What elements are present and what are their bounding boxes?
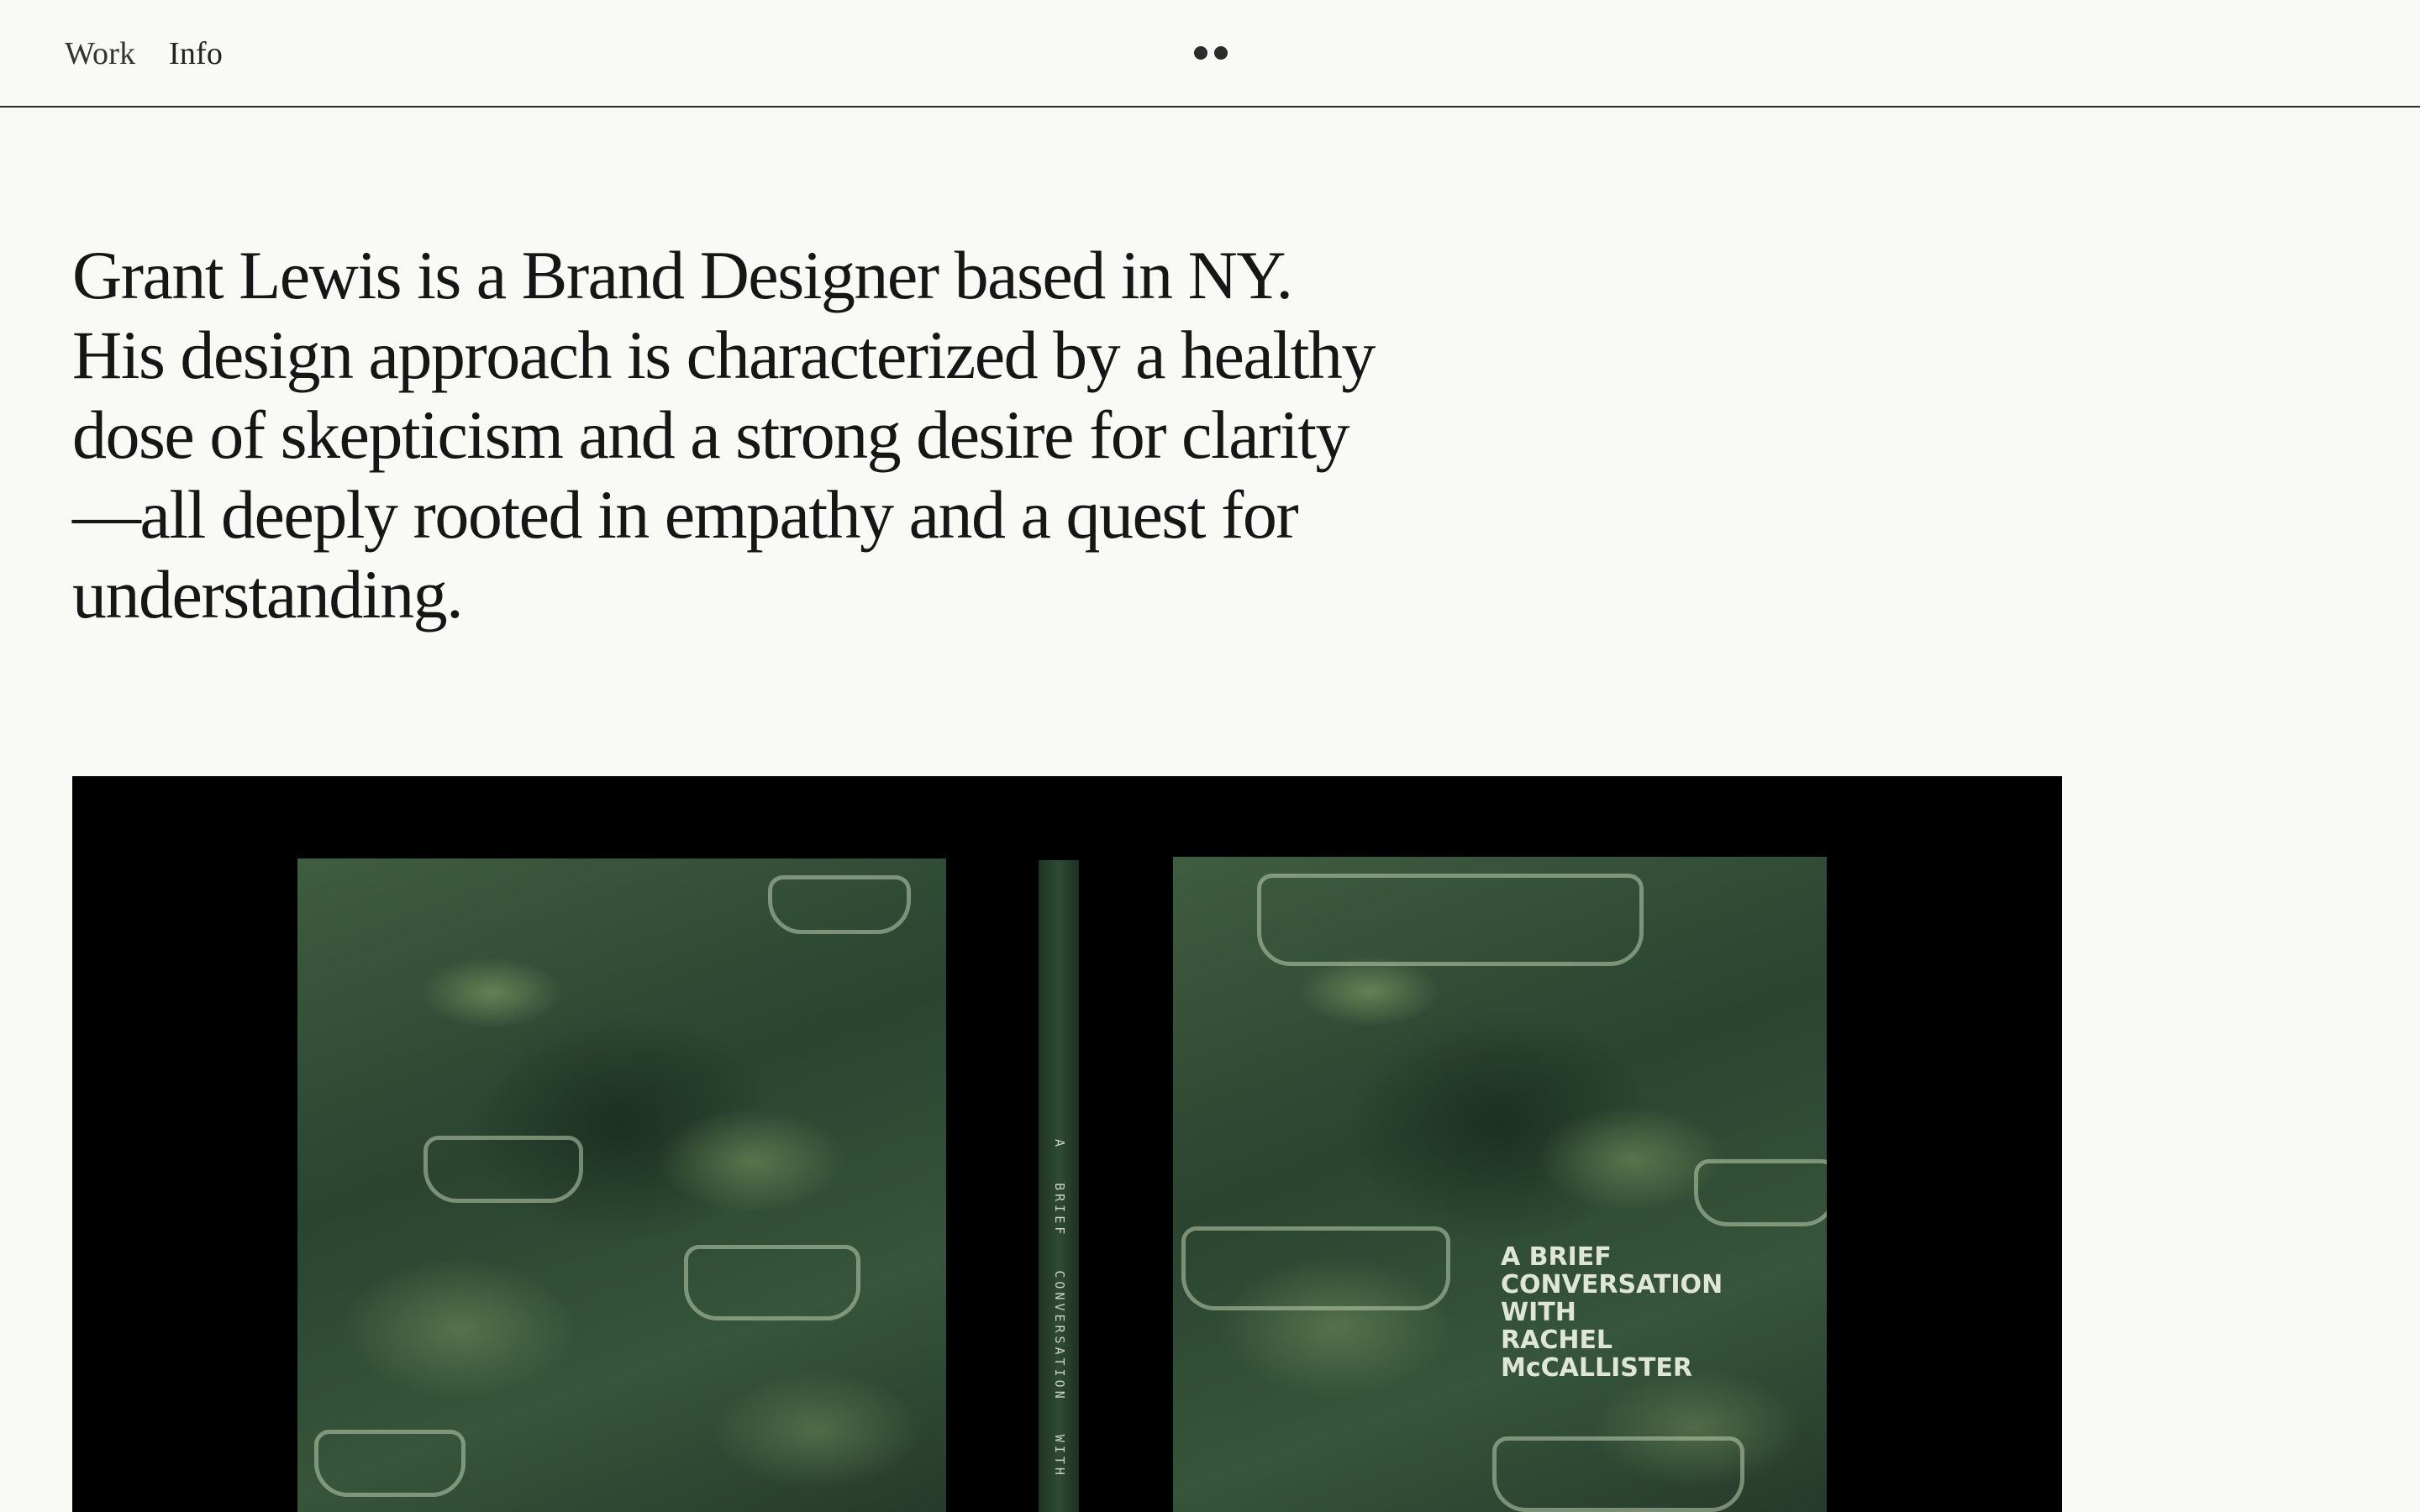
glasses-illustration xyxy=(1492,1436,1744,1512)
top-nav-bar: Work Info xyxy=(0,0,2420,108)
book-back-cover xyxy=(297,858,946,1512)
book-cover-title: A BRIEF CONVERSATION WITH RACHEL McCALLI… xyxy=(1501,1242,1723,1383)
glasses-illustration xyxy=(684,1245,860,1320)
hero-book-image[interactable]: A BRIEF CONVERSATION WITH RACHEL A BRIEF… xyxy=(72,776,2062,1512)
glasses-illustration xyxy=(768,875,911,934)
two-dots-logo-icon[interactable] xyxy=(1194,46,1229,60)
spine-title: A BRIEF CONVERSATION WITH RACHEL xyxy=(1052,1139,1067,1512)
nav-link-work[interactable]: Work xyxy=(65,34,135,74)
nav-link-info[interactable]: Info xyxy=(169,34,223,74)
intro-statement: Grant Lewis is a Brand Designer based in… xyxy=(72,237,1376,633)
logo-dot-right xyxy=(1214,46,1228,60)
logo-dot-left xyxy=(1194,46,1207,60)
glasses-illustration xyxy=(314,1430,466,1497)
book-front-cover xyxy=(1173,857,1827,1512)
glasses-illustration xyxy=(1257,874,1644,966)
glasses-illustration xyxy=(424,1136,583,1203)
glasses-illustration xyxy=(1694,1159,1827,1226)
glasses-illustration xyxy=(1181,1226,1450,1310)
